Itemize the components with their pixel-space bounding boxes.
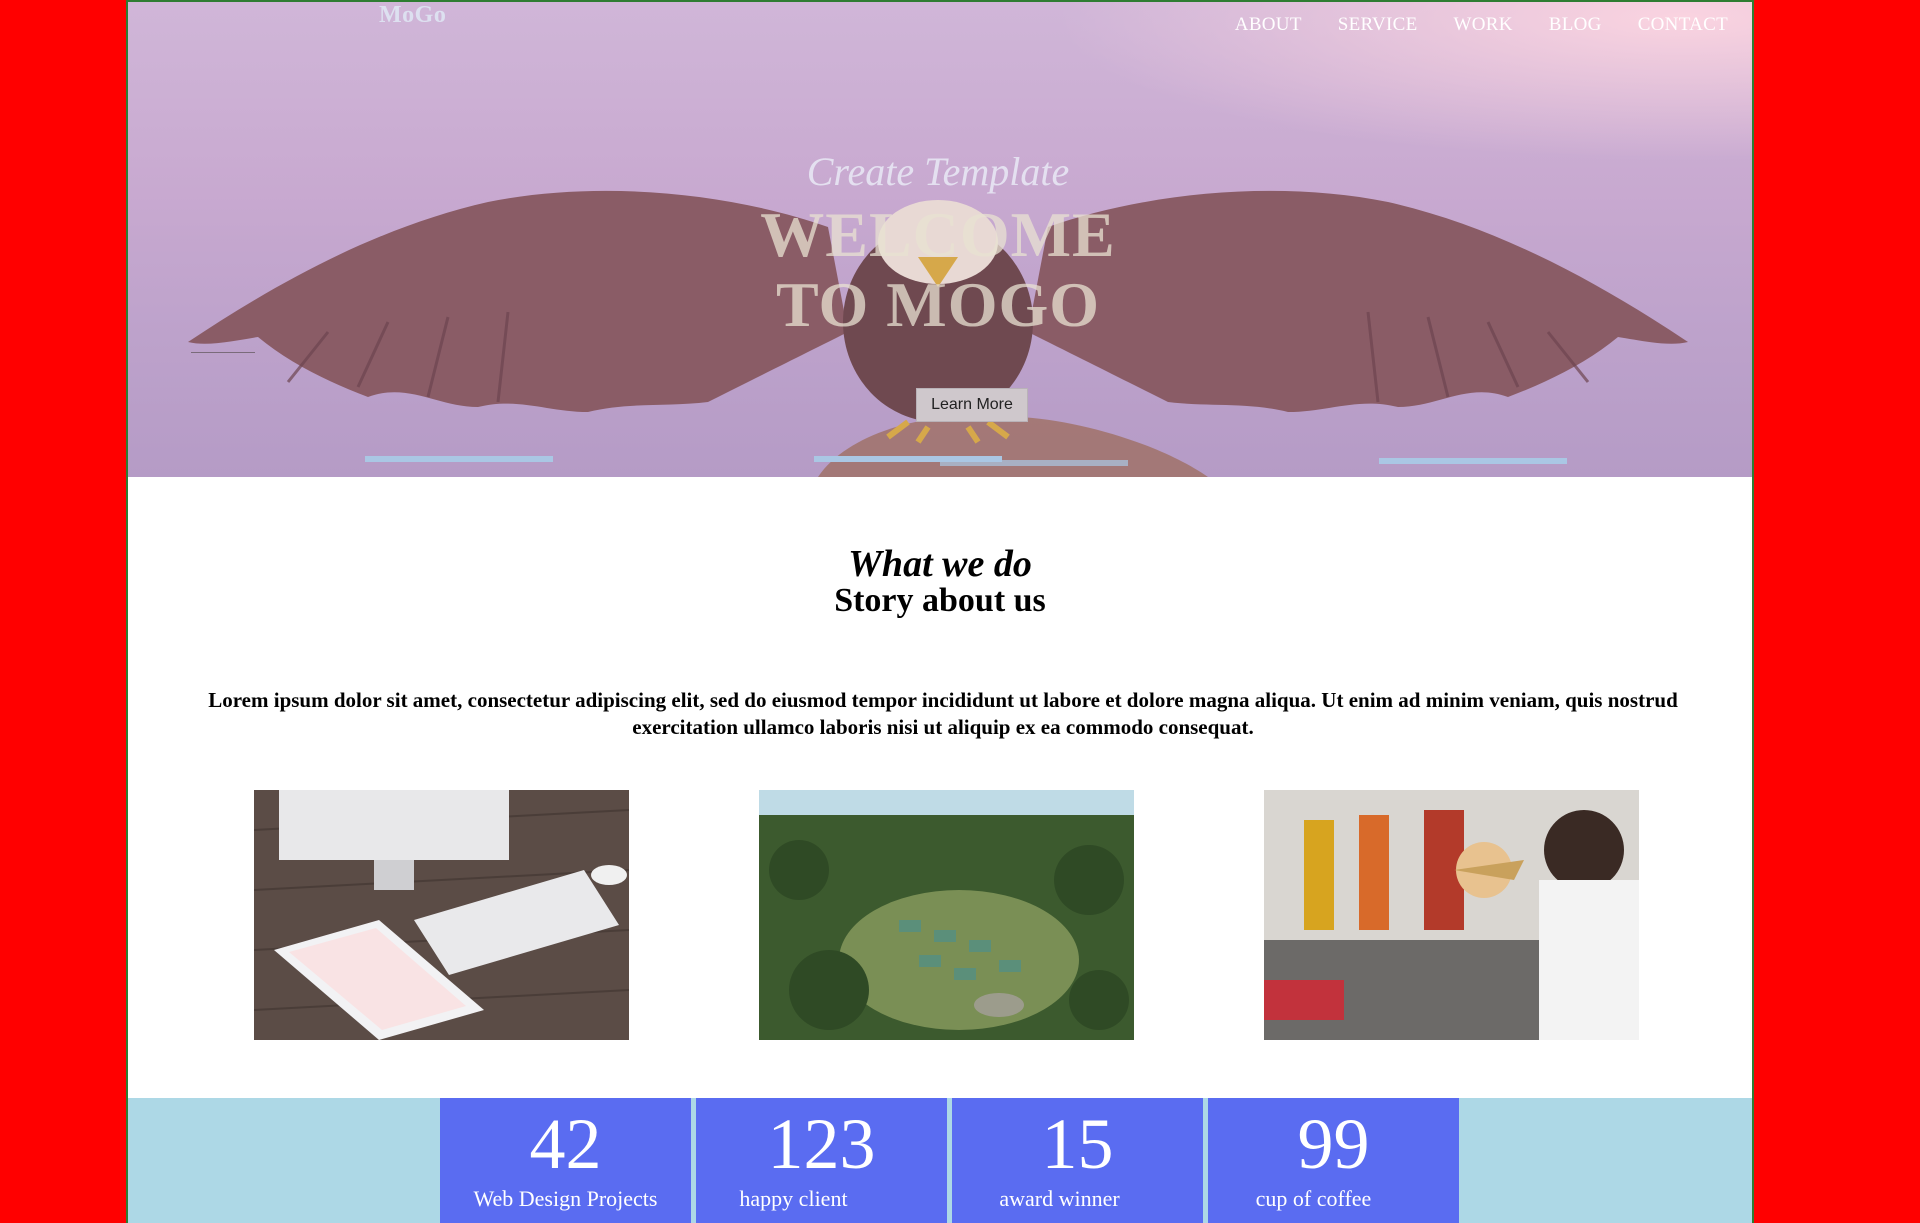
hero-subtitle: Create Template	[806, 149, 1070, 194]
stat-label: award winner	[999, 1186, 1120, 1211]
main-nav: ABOUT SERVICE WORK BLOG CONTACT	[1235, 14, 1728, 36]
hero-title: WELCOME TO MOGO	[258, 200, 1618, 340]
hero-title-line1: WELCOME	[760, 199, 1116, 270]
stat-card: 123 happy client	[696, 1098, 947, 1223]
hero-title-line2: TO MOGO	[775, 269, 1101, 340]
stat-label: happy client	[739, 1186, 848, 1211]
forest-village-photo	[759, 790, 1134, 1040]
stat-number: 99	[1297, 1104, 1370, 1184]
office-meeting-photo	[1264, 790, 1639, 1040]
stat-number: 42	[529, 1104, 602, 1184]
site-logo[interactable]: MoGo	[379, 2, 446, 29]
nav-item-blog[interactable]: BLOG	[1549, 14, 1602, 36]
nav-item-about[interactable]: ABOUT	[1235, 14, 1302, 36]
about-text: Lorem ipsum dolor sit amet, consectetur …	[208, 688, 1678, 739]
nav-item-work[interactable]: WORK	[1454, 14, 1513, 36]
learn-more-button[interactable]: Learn More	[916, 388, 1028, 422]
page-container: MoGo ABOUT SERVICE WORK BLOG CONTACT Cre…	[126, 0, 1754, 1223]
stat-label: Web Design Projects	[473, 1186, 658, 1211]
desk-workspace-photo	[254, 790, 629, 1040]
stats-section: 42 Web Design Projects 123 happy client …	[128, 1098, 1752, 1223]
about-title: Story about us	[834, 582, 1046, 619]
slider-indicator-3[interactable]	[940, 460, 1128, 466]
about-subtitle: What we do	[848, 543, 1032, 585]
hero-section: MoGo ABOUT SERVICE WORK BLOG CONTACT Cre…	[128, 2, 1752, 477]
stat-card: 15 award winner	[952, 1098, 1203, 1223]
slider-indicator-1[interactable]	[365, 456, 553, 462]
slider-indicator-4[interactable]	[1379, 458, 1567, 464]
nav-item-contact[interactable]: CONTACT	[1638, 14, 1728, 36]
nav-item-service[interactable]: SERVICE	[1338, 14, 1418, 36]
divider-line	[191, 352, 255, 353]
stat-label: cup of coffee	[1255, 1186, 1372, 1211]
stat-number: 15	[1041, 1104, 1114, 1184]
stat-card: 42 Web Design Projects	[440, 1098, 691, 1223]
stat-card: 99 cup of coffee	[1208, 1098, 1459, 1223]
stat-number: 123	[767, 1104, 876, 1184]
